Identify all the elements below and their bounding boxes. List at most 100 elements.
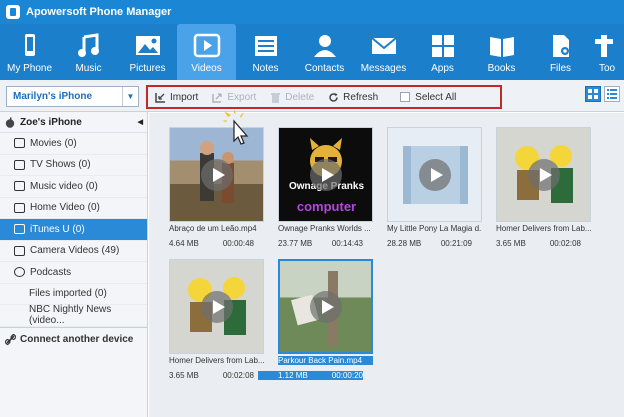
video-name: Abraço de um Leão.mp4: [169, 224, 257, 233]
sidebar-item-home-video[interactable]: Home Video (0): [0, 198, 147, 219]
video-name: My Little Pony La Magia d...: [387, 224, 482, 233]
device-select-value: Marilyn's iPhone: [13, 91, 93, 102]
grid-icon: [588, 89, 598, 99]
app-logo-icon: [6, 5, 20, 19]
books-icon: [489, 37, 514, 57]
sidebar-item-tv-shows[interactable]: TV Shows (0): [0, 155, 147, 176]
mouse-cursor-icon: [222, 109, 249, 145]
refresh-label: Refresh: [343, 91, 379, 103]
chevron-down-icon[interactable]: ▼: [122, 87, 138, 106]
play-icon[interactable]: [200, 158, 233, 191]
sidebar-item-itunes-u[interactable]: iTunes U (0): [0, 219, 147, 241]
video-duration: 00:21:09: [440, 239, 472, 248]
play-icon[interactable]: [309, 290, 342, 323]
main-nav: My Phone Music Pictures Videos Notes Con…: [0, 24, 624, 80]
view-toggle: [582, 86, 620, 102]
files-icon: [552, 35, 569, 57]
nav-music[interactable]: Music: [59, 24, 118, 80]
action-toolbar: Import Export Delete Refresh Select All: [146, 85, 502, 109]
video-thumbnail[interactable]: [387, 127, 482, 222]
music-video-icon: [14, 181, 25, 192]
device-header[interactable]: Zoe's iPhone ◀: [0, 112, 147, 133]
nav-contacts[interactable]: Contacts: [295, 24, 354, 80]
video-duration: 00:00:20: [331, 371, 363, 380]
play-icon[interactable]: [309, 158, 342, 191]
nav-notes[interactable]: Notes: [236, 24, 295, 80]
video-tile[interactable]: Ownage Pranks computer Ownage Pranks Wor…: [258, 127, 373, 248]
podcast-icon: [14, 267, 25, 278]
movie-icon: [14, 138, 25, 149]
select-all-control[interactable]: Select All: [400, 92, 456, 103]
music-icon: [77, 33, 99, 57]
video-name: Homer Delivers from Lab...: [169, 356, 264, 365]
play-icon[interactable]: [200, 290, 233, 323]
collapse-icon[interactable]: ◀: [138, 118, 143, 126]
video-size: 1.12 MB: [278, 371, 308, 380]
video-name: Parkour Back Pain.mp4: [278, 356, 373, 365]
notes-icon: [254, 36, 277, 56]
video-size: 4.64 MB: [169, 239, 199, 248]
nav-my-phone[interactable]: My Phone: [0, 24, 59, 80]
sidebar-item-nbc-nightly-news[interactable]: NBC Nightly News (video...: [0, 304, 147, 327]
import-label: Import: [170, 91, 199, 103]
trash-icon: [271, 92, 281, 103]
tools-icon: [595, 35, 613, 57]
app-title: Apowersoft Phone Manager: [26, 6, 172, 18]
nav-videos[interactable]: Videos: [177, 24, 236, 80]
thumb-text-computer: computer: [296, 199, 357, 214]
video-grid: Abraço de um Leão.mp4 4.64 MB 00:00:48 Ow…: [149, 113, 624, 417]
sidebar-item-music-video[interactable]: Music video (0): [0, 176, 147, 198]
video-thumbnail[interactable]: Ownage Pranks computer: [278, 127, 373, 222]
device-select[interactable]: Marilyn's iPhone ▼: [6, 86, 139, 107]
export-label: Export: [227, 91, 257, 103]
videos-icon: [193, 33, 220, 58]
video-duration: 00:02:08: [222, 371, 254, 380]
sidebar-item-files-imported[interactable]: Files imported (0): [0, 284, 147, 305]
video-thumbnail[interactable]: [169, 259, 264, 354]
list-icon: [607, 89, 617, 99]
grid-view-button[interactable]: [585, 86, 601, 102]
video-duration: 00:14:43: [331, 239, 363, 248]
nav-messages[interactable]: Messages: [354, 24, 413, 80]
nav-pictures[interactable]: Pictures: [118, 24, 177, 80]
select-all-label: Select All: [415, 91, 457, 103]
play-icon[interactable]: [527, 158, 560, 191]
video-thumbnail[interactable]: [278, 259, 373, 354]
video-tile[interactable]: Homer Delivers from Lab... 3.65 MB 00:02:…: [476, 127, 591, 248]
export-icon: [212, 92, 222, 103]
nav-files[interactable]: Files: [531, 24, 590, 80]
import-button[interactable]: Import: [155, 92, 198, 103]
video-tile-selected[interactable]: Parkour Back Pain.mp4 1.12 MB 00:00:20: [258, 259, 373, 380]
video-duration: 00:00:48: [222, 239, 254, 248]
sidebar-item-camera-videos[interactable]: Camera Videos (49): [0, 241, 147, 262]
sidebar: Zoe's iPhone ◀ Movies (0) TV Shows (0) M…: [0, 112, 148, 417]
video-name: Homer Delivers from Lab...: [496, 224, 591, 233]
pictures-icon: [135, 36, 160, 55]
sidebar-item-movies[interactable]: Movies (0): [0, 133, 147, 155]
link-icon: [5, 333, 16, 345]
phone-icon: [24, 34, 35, 56]
import-icon: [155, 92, 165, 103]
nav-books[interactable]: Books: [472, 24, 531, 80]
contacts-icon: [313, 35, 336, 57]
video-tile[interactable]: My Little Pony La Magia d... 28.28 MB 00:…: [367, 127, 482, 248]
sidebar-item-podcasts[interactable]: Podcasts: [0, 262, 147, 284]
video-thumbnail[interactable]: [496, 127, 591, 222]
select-all-checkbox[interactable]: [400, 92, 411, 102]
messages-icon: [370, 37, 397, 54]
nav-apps[interactable]: Apps: [413, 24, 472, 80]
play-icon[interactable]: [418, 158, 451, 191]
nav-tools[interactable]: Too: [590, 24, 624, 80]
video-size: 3.65 MB: [169, 371, 199, 380]
video-tile[interactable]: Homer Delivers from Lab... 3.65 MB 00:02:…: [149, 259, 264, 380]
delete-label: Delete: [285, 91, 315, 103]
connect-device-button[interactable]: Connect another device: [0, 326, 147, 351]
list-view-button[interactable]: [604, 86, 620, 102]
export-button[interactable]: Export: [212, 92, 256, 103]
title-bar: Apowersoft Phone Manager: [0, 0, 624, 24]
delete-button[interactable]: Delete: [270, 92, 314, 103]
camera-icon: [14, 245, 25, 256]
refresh-button[interactable]: Refresh: [328, 92, 378, 103]
itunes-u-icon: [14, 224, 25, 235]
refresh-icon: [329, 92, 338, 102]
